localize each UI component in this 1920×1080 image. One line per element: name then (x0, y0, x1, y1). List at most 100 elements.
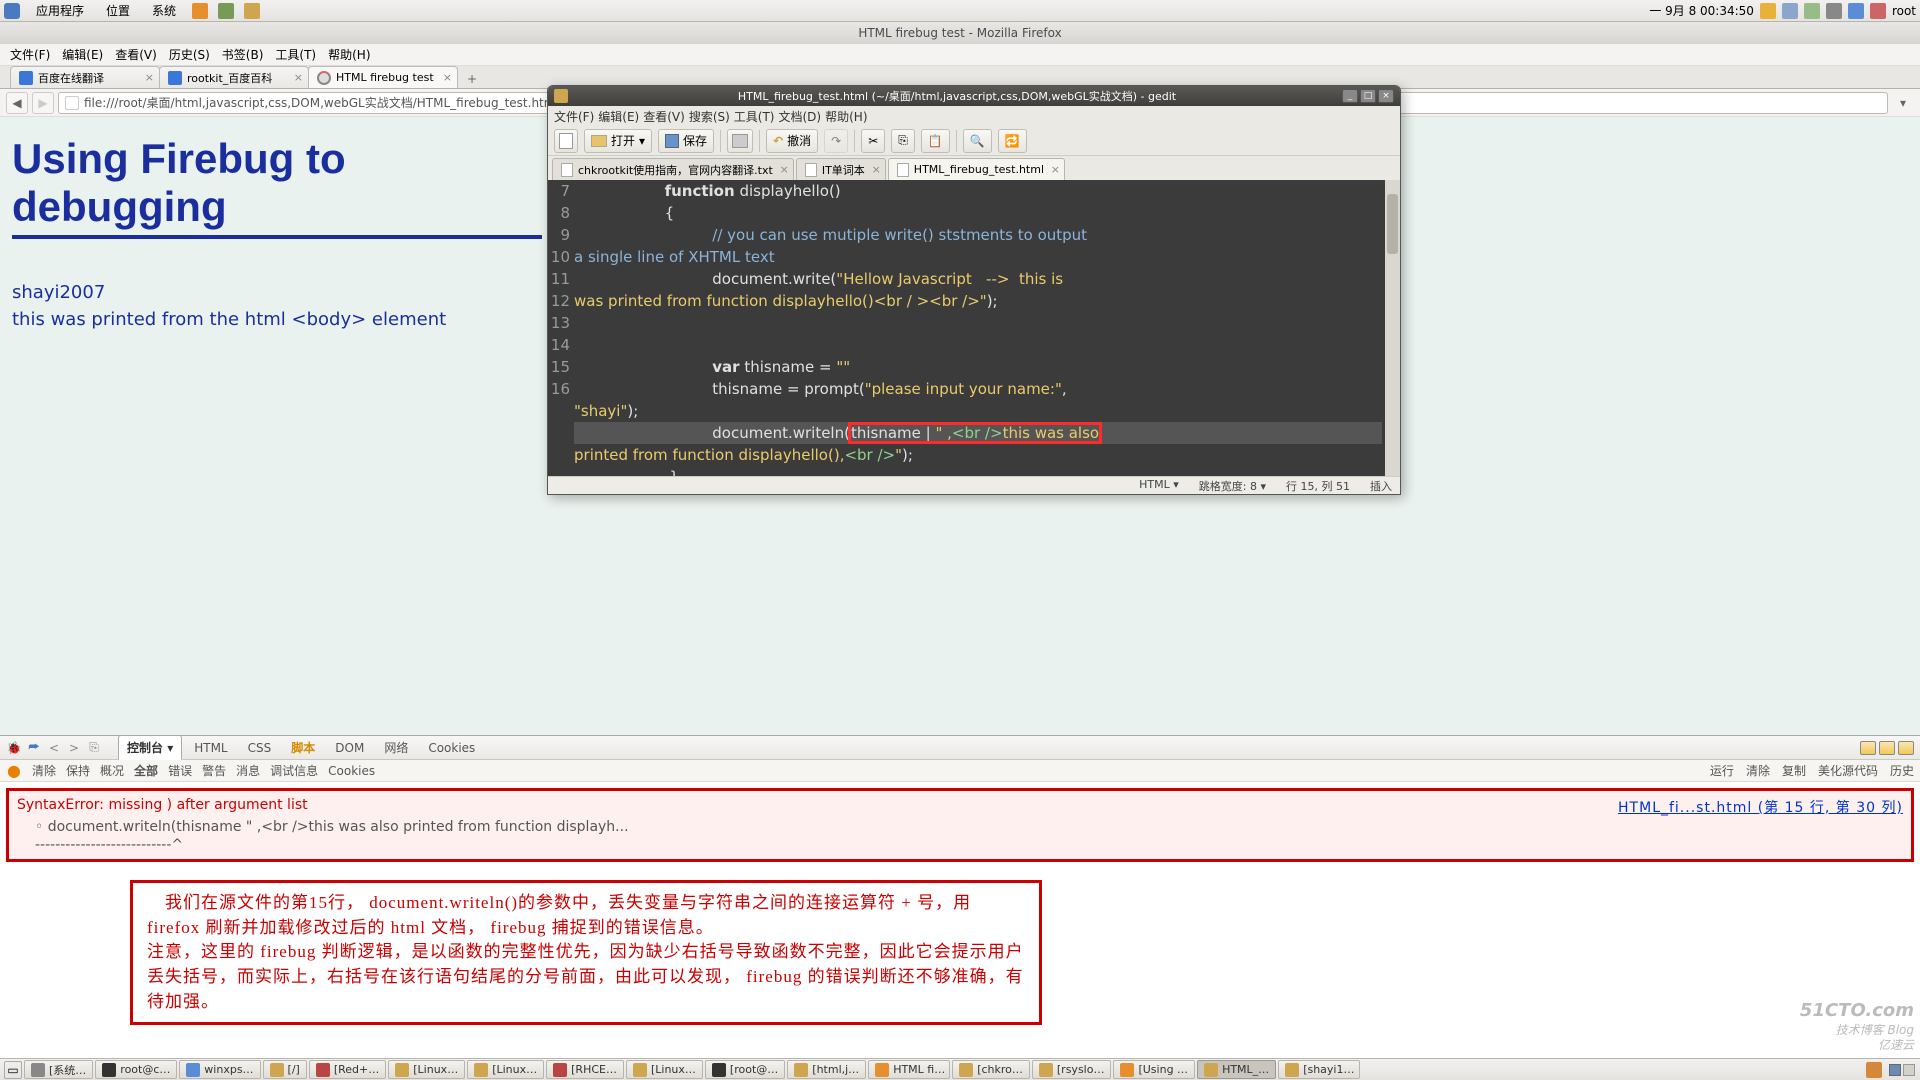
gedit-tab-chkrootkit[interactable]: chkrootkit使用指南，官网内容翻译.txt× (552, 158, 794, 180)
gedit-menu-file[interactable]: 文件(F) (554, 108, 594, 125)
gedit-menu-view[interactable]: 查看(V) (643, 108, 685, 125)
scrollbar[interactable] (1385, 180, 1400, 476)
close-icon[interactable]: × (443, 71, 452, 84)
tab-dom[interactable]: DOM (327, 738, 372, 758)
btn-copy[interactable]: 复制 (1782, 762, 1806, 779)
taskbar-item[interactable]: HTML fi… (868, 1060, 950, 1079)
taskbar-item[interactable]: [/] (263, 1060, 307, 1079)
status-tabwidth[interactable]: 跳格宽度: 8 ▾ (1199, 478, 1266, 494)
close-icon[interactable]: × (294, 71, 303, 84)
tray-icon[interactable] (1804, 3, 1820, 19)
taskbar-item[interactable]: [Linux… (388, 1060, 465, 1079)
taskbar-item[interactable]: root@c… (95, 1060, 177, 1079)
prev-icon[interactable]: < (46, 740, 62, 756)
browser-tab-rootkit-baike[interactable]: rootkit_百度百科 × (159, 66, 309, 88)
btn-history[interactable]: 历史 (1890, 762, 1914, 779)
ff-menu-help[interactable]: 帮助(H) (324, 44, 374, 65)
firefox-launcher-icon[interactable] (192, 3, 208, 19)
gedit-menu-tools[interactable]: 工具(T) (734, 108, 775, 125)
btn-warnings[interactable]: 警告 (202, 762, 226, 779)
tab-net[interactable]: 网络 (376, 736, 416, 759)
tab-console[interactable]: 控制台 ▾ (118, 735, 182, 760)
ff-menu-file[interactable]: 文件(F) (6, 44, 54, 65)
ff-menu-bookmarks[interactable]: 书签(B) (218, 44, 268, 65)
break-icon[interactable]: ⬤ (6, 763, 22, 779)
tab-cookies[interactable]: Cookies (420, 738, 483, 758)
popout-button[interactable] (1879, 741, 1895, 755)
error-location-link[interactable]: HTML_fi...st.html (第 15 行, 第 30 列) (1618, 797, 1903, 817)
taskbar-item[interactable]: winxps… (179, 1060, 260, 1079)
gedit-tab-itwords[interactable]: IT单词本× (796, 158, 886, 180)
gedit-titlebar[interactable]: HTML_firebug_test.html (~/桌面/html,javasc… (548, 86, 1400, 106)
menu-places[interactable]: 位置 (100, 0, 136, 21)
close-icon[interactable]: × (145, 71, 154, 84)
taskbar-item[interactable]: [shayi1… (1278, 1060, 1360, 1079)
workspace-2[interactable] (1903, 1064, 1915, 1076)
tab-html[interactable]: HTML (186, 738, 235, 758)
scrollbar-thumb[interactable] (1387, 194, 1398, 254)
cut-button[interactable]: ✂ (861, 129, 885, 153)
taskbar-item[interactable]: [chkro… (952, 1060, 1030, 1079)
find-button[interactable]: 🔍 (963, 129, 992, 153)
inspect-icon[interactable]: ⮫ (26, 740, 42, 756)
btn-persist[interactable]: 保持 (66, 762, 90, 779)
code-editor[interactable]: 7 8 9 10 11 12 13 14 15 16 function disp… (548, 180, 1400, 476)
forward-button[interactable]: ▶ (32, 92, 54, 114)
show-desktop-button[interactable]: ▭ (4, 1061, 22, 1079)
taskbar-item[interactable]: [RHCE… (546, 1060, 624, 1079)
taskbar-item[interactable]: [Linux… (626, 1060, 703, 1079)
taskbar-item[interactable]: [rsyslo… (1032, 1060, 1112, 1079)
menu-button[interactable]: ▾ (1892, 96, 1914, 110)
redo-button[interactable]: ↷ (824, 129, 848, 153)
user-label[interactable]: root (1892, 4, 1916, 18)
taskbar-item[interactable]: [html,j… (787, 1060, 866, 1079)
taskbar-item[interactable]: [root@… (705, 1060, 785, 1079)
note-launcher-icon[interactable] (244, 3, 260, 19)
foot-icon[interactable] (4, 3, 20, 19)
taskbar-item[interactable]: [Linux… (467, 1060, 544, 1079)
btn-run[interactable]: 运行 (1710, 762, 1734, 779)
new-tab-button[interactable]: + (461, 70, 483, 88)
ff-menu-history[interactable]: 历史(S) (165, 44, 214, 65)
btn-errors[interactable]: 错误 (168, 762, 192, 779)
btn-beautify[interactable]: 美化源代码 (1818, 762, 1878, 779)
btn-clear[interactable]: 清除 (32, 762, 56, 779)
minimize-button[interactable] (1860, 741, 1876, 755)
network-icon[interactable] (1848, 3, 1864, 19)
menu-applications[interactable]: 应用程序 (30, 0, 90, 21)
tray-icon[interactable] (1870, 3, 1886, 19)
firebug-console[interactable]: SyntaxError: missing ) after argument li… (0, 782, 1920, 1058)
home-launcher-icon[interactable] (218, 3, 234, 19)
next-icon[interactable]: > (66, 740, 82, 756)
undo-button[interactable]: ↶撤消 (766, 129, 818, 153)
ff-menu-edit[interactable]: 编辑(E) (58, 44, 107, 65)
browser-tab-firebug-test[interactable]: HTML firebug test × (308, 66, 458, 88)
open-button[interactable]: 打开▾ (584, 129, 652, 153)
trash-icon[interactable] (1866, 1062, 1882, 1078)
tab-script[interactable]: 脚本 (283, 736, 323, 759)
taskbar-item[interactable]: [Red+… (309, 1060, 386, 1079)
btn-debug[interactable]: 调试信息 (270, 762, 318, 779)
btn-clear2[interactable]: 清除 (1746, 762, 1770, 779)
gedit-menu-edit[interactable]: 编辑(E) (598, 108, 639, 125)
tray-icon[interactable] (1760, 3, 1776, 19)
copy-button[interactable]: ⎘ (891, 129, 915, 153)
taskbar-item[interactable]: [Using … (1113, 1060, 1195, 1079)
code-area[interactable]: function displayhello() { // you can use… (574, 180, 1400, 476)
close-icon[interactable]: × (780, 163, 789, 176)
volume-icon[interactable] (1826, 3, 1842, 19)
gedit-menu-documents[interactable]: 文档(D) (779, 108, 822, 125)
menu-system[interactable]: 系统 (146, 0, 182, 21)
workspace-1[interactable] (1889, 1064, 1901, 1076)
replace-button[interactable]: 🔁 (998, 129, 1027, 153)
new-file-button[interactable] (554, 129, 578, 153)
close-icon[interactable]: × (1051, 163, 1060, 176)
save-button[interactable]: 保存 (658, 129, 714, 153)
btn-info[interactable]: 消息 (236, 762, 260, 779)
btn-cookies[interactable]: Cookies (328, 764, 375, 778)
taskbar-item[interactable]: HTML_… (1197, 1060, 1276, 1079)
gedit-menu-help[interactable]: 帮助(H) (825, 108, 867, 125)
ff-menu-view[interactable]: 查看(V) (111, 44, 161, 65)
taskbar-item[interactable]: [系统… (24, 1060, 93, 1079)
close-icon[interactable]: × (872, 163, 881, 176)
